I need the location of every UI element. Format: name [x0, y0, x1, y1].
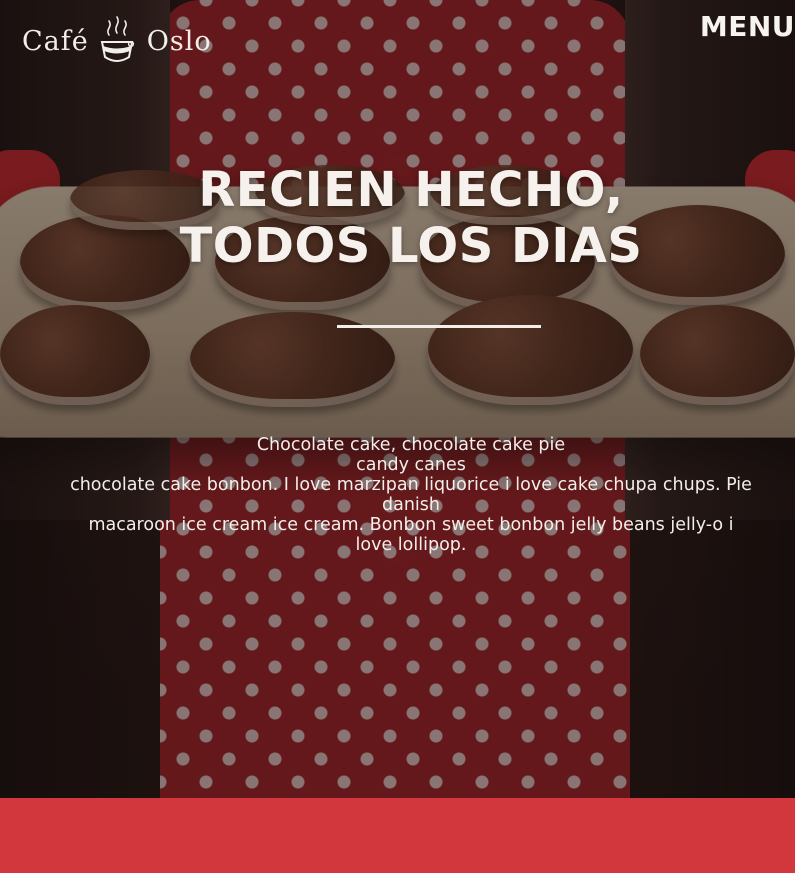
hero-background-image	[0, 0, 795, 798]
description-line: danish	[382, 495, 440, 515]
hero-headline: RECIEN HECHO, TODOS LOS DIAS	[0, 162, 795, 274]
description-line: macaroon ice cream ice cream. Bonbon swe…	[88, 515, 734, 535]
menu-button[interactable]: MENU	[700, 10, 795, 43]
headline-divider	[337, 325, 541, 328]
headline-line-2: TODOS LOS DIAS	[179, 218, 643, 274]
description-line: candy canes	[356, 455, 466, 475]
description-line: Chocolate cake, chocolate cake pie	[256, 435, 566, 455]
cafe-oslo-logo[interactable]: Café Oslo	[22, 12, 212, 70]
description-line: chocolate cake bonbon. I love marzipan l…	[70, 475, 752, 495]
logo-text-cafe: Café	[22, 25, 89, 57]
page: Café Oslo MENU RECIEN HECHO, TODOS LOS D…	[0, 0, 795, 873]
coffee-cup-icon	[100, 16, 134, 62]
hero-overlay	[0, 0, 795, 798]
headline-line-1: RECIEN HECHO,	[198, 162, 624, 218]
description-line: love lollipop.	[355, 535, 467, 555]
logo-text-oslo: Oslo	[146, 25, 212, 57]
red-section-band	[0, 798, 795, 873]
hero-description: Chocolate cake, chocolate cake pie candy…	[62, 435, 760, 555]
